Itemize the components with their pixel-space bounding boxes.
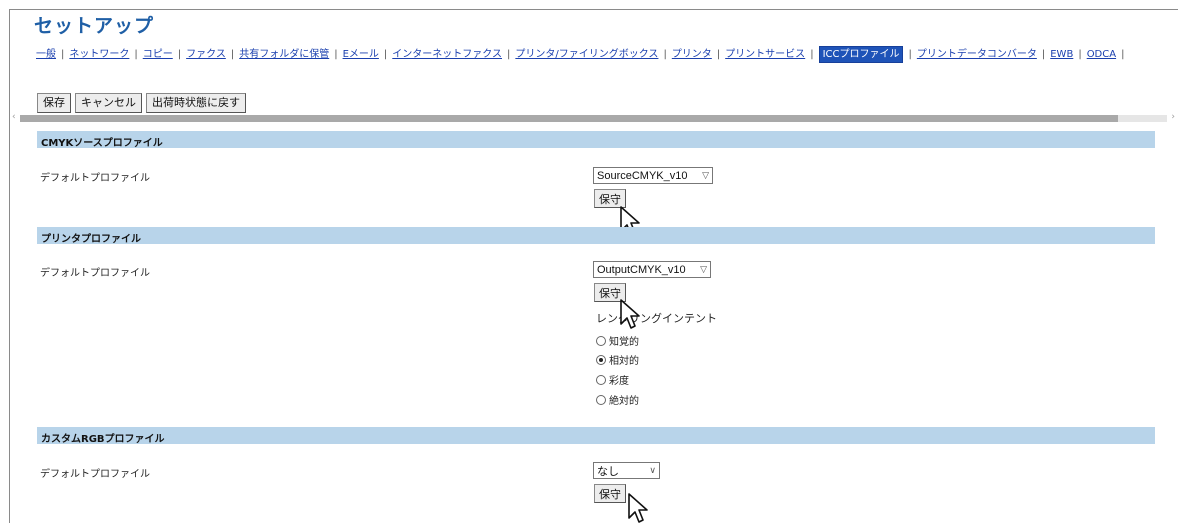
radio-button[interactable] bbox=[596, 374, 606, 385]
radio-label: 彩度 bbox=[609, 376, 629, 387]
chevron-down-icon: ▽ bbox=[702, 170, 709, 180]
nav-link-odca[interactable]: ODCA bbox=[1087, 49, 1116, 60]
chevron-left-icon[interactable]: ‹ bbox=[12, 112, 16, 122]
section-header-cmyk-source: CMYKソースプロファイル bbox=[37, 131, 1155, 149]
intent-option-absolute[interactable]: 絶対的 bbox=[596, 392, 639, 407]
chevron-down-icon: ∨ bbox=[649, 465, 656, 475]
reset-defaults-button[interactable]: 出荷時状態に戻す bbox=[146, 93, 246, 113]
custom-rgb-save-button[interactable]: 保守 bbox=[594, 484, 626, 503]
radio-button-checked[interactable] bbox=[596, 354, 606, 365]
cmyk-source-profile-select[interactable]: SourceCMYK_v10 ▽ bbox=[593, 167, 713, 184]
nav-link-icc-profile[interactable]: ICCプロファイル bbox=[818, 46, 904, 63]
intent-option-relative[interactable]: 相対的 bbox=[596, 352, 639, 367]
field-label-printer-default: デフォルトプロファイル bbox=[40, 268, 150, 279]
field-label-cmyk-default: デフォルトプロファイル bbox=[40, 173, 150, 184]
radio-label: 相対的 bbox=[609, 356, 639, 367]
printer-profile-select[interactable]: OutputCMYK_v10 ▽ bbox=[593, 261, 711, 278]
nav-link-ewb[interactable]: EWB bbox=[1050, 49, 1073, 60]
field-label-rgb-default: デフォルトプロファイル bbox=[40, 469, 150, 480]
select-value: SourceCMYK_v10 bbox=[597, 169, 688, 182]
nav-link-fax[interactable]: ファクス bbox=[186, 49, 226, 60]
nav-link-internet-fax[interactable]: インターネットファクス bbox=[392, 49, 502, 60]
rendering-intent-label: レンダリングインテント bbox=[596, 312, 717, 325]
nav-link-printer[interactable]: プリンタ bbox=[672, 49, 712, 60]
horizontal-scrollbar[interactable]: ‹ › bbox=[12, 112, 1175, 123]
section-header-printer: プリンタプロファイル bbox=[37, 227, 1155, 245]
cancel-button[interactable]: キャンセル bbox=[75, 93, 142, 113]
nav-link-print-service[interactable]: プリントサービス bbox=[725, 49, 805, 60]
intent-option-perceptual[interactable]: 知覚的 bbox=[596, 333, 639, 348]
radio-button[interactable] bbox=[596, 335, 606, 346]
select-value: なし bbox=[597, 465, 619, 478]
radio-label: 知覚的 bbox=[609, 337, 639, 348]
toolbar: 保存 キャンセル 出荷時状態に戻す bbox=[37, 93, 246, 113]
nav-link-print-data-converter[interactable]: プリントデータコンバータ bbox=[917, 49, 1037, 60]
radio-label: 絶対的 bbox=[609, 396, 639, 407]
category-nav: 一般 | ネットワーク | コピー | ファクス | 共有フォルダに保管 | Eメール | インターネッ… bbox=[36, 45, 1129, 63]
pointer-arrow-icon bbox=[620, 299, 640, 329]
pointer-arrow-icon bbox=[628, 493, 648, 523]
page-title: セットアップ bbox=[34, 15, 155, 37]
custom-rgb-profile-select[interactable]: なし ∨ bbox=[593, 462, 660, 479]
chevron-right-icon[interactable]: › bbox=[1171, 112, 1175, 122]
chevron-down-icon: ▽ bbox=[700, 264, 707, 274]
intent-option-saturation[interactable]: 彩度 bbox=[596, 372, 629, 387]
section-header-custom-rgb: カスタムRGBプロファイル bbox=[37, 427, 1155, 445]
scrollbar-thumb[interactable] bbox=[20, 115, 1118, 122]
select-value: OutputCMYK_v10 bbox=[597, 263, 686, 276]
nav-link-printer-filing-box[interactable]: プリンタ/ファイリングボックス bbox=[515, 49, 658, 60]
nav-link-copy[interactable]: コピー bbox=[143, 49, 173, 60]
nav-link-general[interactable]: 一般 bbox=[36, 49, 56, 60]
radio-button[interactable] bbox=[596, 394, 606, 405]
save-button[interactable]: 保存 bbox=[37, 93, 71, 113]
nav-link-network[interactable]: ネットワーク bbox=[69, 49, 129, 60]
nav-link-save-as-file[interactable]: 共有フォルダに保管 bbox=[239, 49, 329, 60]
nav-link-email[interactable]: Eメール bbox=[343, 49, 379, 60]
